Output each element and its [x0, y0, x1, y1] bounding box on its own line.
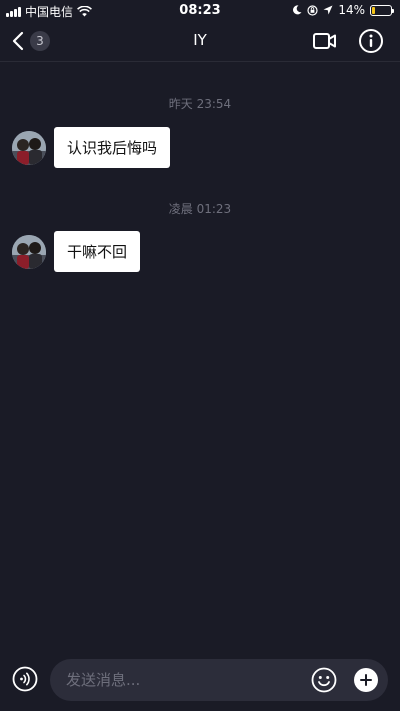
- chat-area[interactable]: 昨天 23:54 认识我后悔吗 凌晨 01:23 干嘛不回: [0, 63, 400, 653]
- location-icon: [323, 5, 333, 15]
- status-bar: 中国电信 08:23 14%: [0, 0, 400, 20]
- lock-rotation-icon: [307, 4, 318, 16]
- avatar[interactable]: [12, 234, 46, 269]
- info-icon: [359, 29, 383, 53]
- page-title: IY: [193, 31, 207, 49]
- emoji-icon: [311, 667, 337, 693]
- message-row: 认识我后悔吗: [12, 127, 171, 168]
- emoji-button[interactable]: [311, 667, 337, 693]
- video-call-button[interactable]: [312, 28, 338, 54]
- avatar[interactable]: [12, 130, 46, 165]
- message-row: 干嘛不回: [12, 231, 141, 272]
- info-button[interactable]: [358, 28, 384, 54]
- voice-button[interactable]: [12, 666, 38, 692]
- battery-percent: 14%: [338, 3, 365, 17]
- message-timestamp: 昨天 23:54: [168, 97, 232, 111]
- input-bar: [0, 653, 400, 711]
- plus-button[interactable]: [354, 668, 378, 692]
- voice-icon: [12, 666, 38, 692]
- video-camera-icon: [313, 33, 336, 49]
- battery-icon: [370, 4, 394, 16]
- message-timestamp: 凌晨 01:23: [168, 202, 232, 216]
- nav-bar: 3 IY: [0, 20, 400, 62]
- message-bubble[interactable]: 干嘛不回: [54, 231, 141, 272]
- message-input[interactable]: [50, 659, 388, 701]
- battery-level: [372, 6, 375, 14]
- plus-icon: [354, 668, 378, 692]
- moon-icon: [293, 5, 302, 15]
- message-bubble[interactable]: 认识我后悔吗: [54, 127, 171, 168]
- status-right: 14%: [292, 3, 394, 17]
